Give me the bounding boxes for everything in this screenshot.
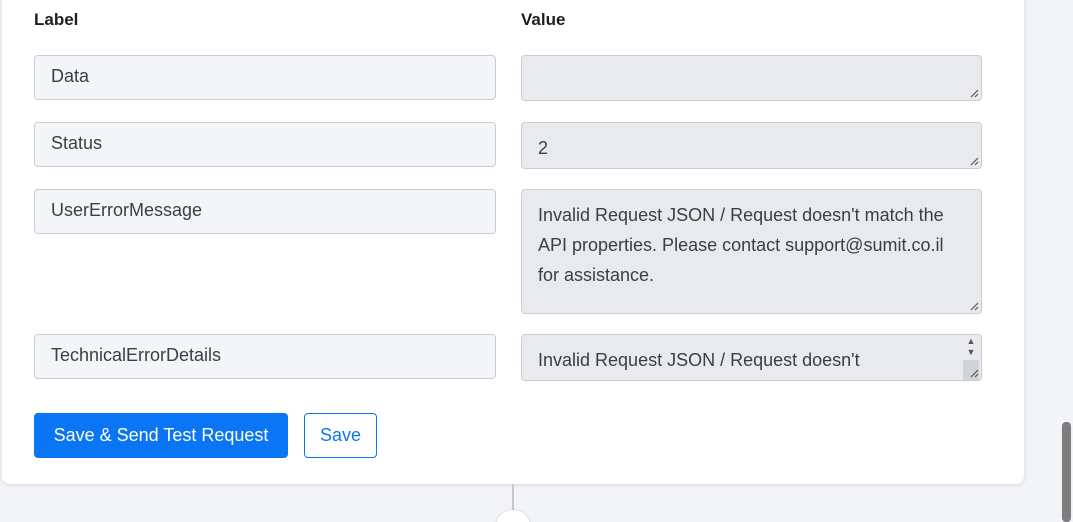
value-field-data[interactable]: [521, 55, 982, 101]
value-field-status[interactable]: 2: [521, 122, 982, 169]
label-field-technical-error-details[interactable]: TechnicalErrorDetails: [34, 334, 496, 379]
scroll-up-icon[interactable]: ▲: [967, 336, 976, 347]
resize-handle-icon[interactable]: [969, 301, 979, 311]
value-field-user-error-message[interactable]: Invalid Request JSON / Request doesn't m…: [521, 189, 982, 314]
value-text: Invalid Request JSON / Request doesn't m…: [538, 205, 944, 285]
label-field-user-error-message[interactable]: UserErrorMessage: [34, 189, 496, 234]
resize-handle-icon[interactable]: [969, 88, 979, 98]
scroll-down-icon[interactable]: ▼: [967, 347, 976, 358]
save-and-send-test-request-button[interactable]: Save & Send Test Request: [34, 413, 288, 458]
resize-handle-icon[interactable]: [969, 156, 979, 166]
label-column-header: Label: [34, 10, 79, 29]
value-text: 2: [538, 138, 549, 158]
label-field-data[interactable]: Data: [34, 55, 496, 100]
value-text: Invalid Request JSON / Request doesn't: [538, 350, 860, 370]
resize-handle-icon[interactable]: [969, 368, 979, 378]
value-field-technical-error-details[interactable]: Invalid Request JSON / Request doesn't ▲…: [521, 334, 982, 381]
save-button[interactable]: Save: [304, 413, 377, 458]
label-field-status[interactable]: Status: [34, 122, 496, 167]
page-scrollbar-thumb[interactable]: [1062, 422, 1071, 522]
flow-add-node[interactable]: [496, 510, 530, 522]
value-column-header: Value: [521, 10, 566, 29]
